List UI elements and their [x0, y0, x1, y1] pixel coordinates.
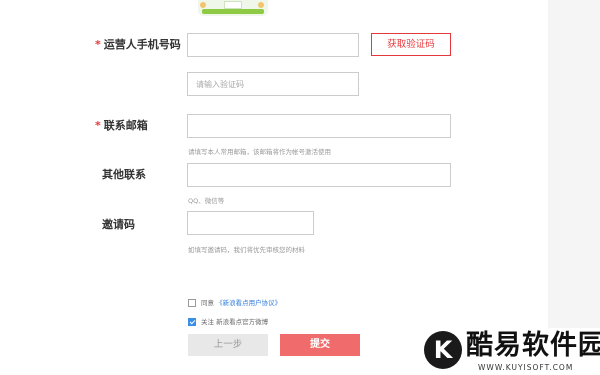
email-input[interactable] — [187, 114, 451, 138]
illustration-dot-right — [258, 2, 264, 8]
invite-code-hint: 如填写邀请码，我们将优先审核您的材料 — [188, 246, 305, 254]
header-illustration — [198, 0, 268, 16]
submit-button[interactable]: 提交 — [280, 334, 360, 356]
get-code-button[interactable]: 获取验证码 — [371, 33, 451, 56]
invite-code-input[interactable] — [187, 211, 314, 235]
other-contact-label: 其他联系 — [102, 168, 146, 181]
phone-label-text: 运营人手机号码 — [103, 38, 181, 51]
invite-code-label: 邀请码 — [102, 218, 135, 231]
email-hint: 请填写本人常用邮箱，该邮箱将作为帐号激活使用 — [188, 148, 331, 156]
other-contact-hint: QQ、微信等 — [188, 197, 225, 205]
follow-weibo-text: 关注 新浪看点官方微博 — [201, 318, 269, 326]
required-mark: * — [95, 38, 101, 51]
agree-text: 同意 《新浪看点用户协议》 — [201, 298, 281, 308]
watermark-logo-icon: K — [424, 331, 462, 369]
agree-checkbox[interactable] — [188, 299, 196, 307]
email-label-text: 联系邮箱 — [103, 119, 148, 132]
illustration-screen — [224, 1, 242, 9]
required-mark: * — [95, 119, 101, 132]
email-label: * 联系邮箱 — [95, 119, 148, 133]
phone-label: * 运营人手机号码 — [95, 38, 181, 52]
watermark-brand: 酷易软件园 — [466, 330, 600, 361]
illustration-bar — [202, 9, 264, 14]
verification-code-input[interactable] — [187, 72, 359, 96]
agree-prefix: 同意 — [201, 299, 214, 307]
illustration-dot-left — [200, 2, 206, 8]
side-panel-strip — [548, 0, 600, 375]
phone-input[interactable] — [187, 33, 359, 57]
previous-step-button[interactable]: 上一步 — [188, 334, 268, 356]
follow-weibo-checkbox[interactable] — [188, 318, 196, 326]
watermark-logo-letter: K — [433, 336, 453, 364]
other-contact-input[interactable] — [187, 163, 451, 187]
watermark-url: WWW.KUYISOFT.COM — [478, 363, 574, 372]
watermark: K 酷易软件园 WWW.KUYISOFT.COM — [420, 328, 600, 375]
user-agreement-link[interactable]: 《新浪看点用户协议》 — [216, 299, 281, 307]
